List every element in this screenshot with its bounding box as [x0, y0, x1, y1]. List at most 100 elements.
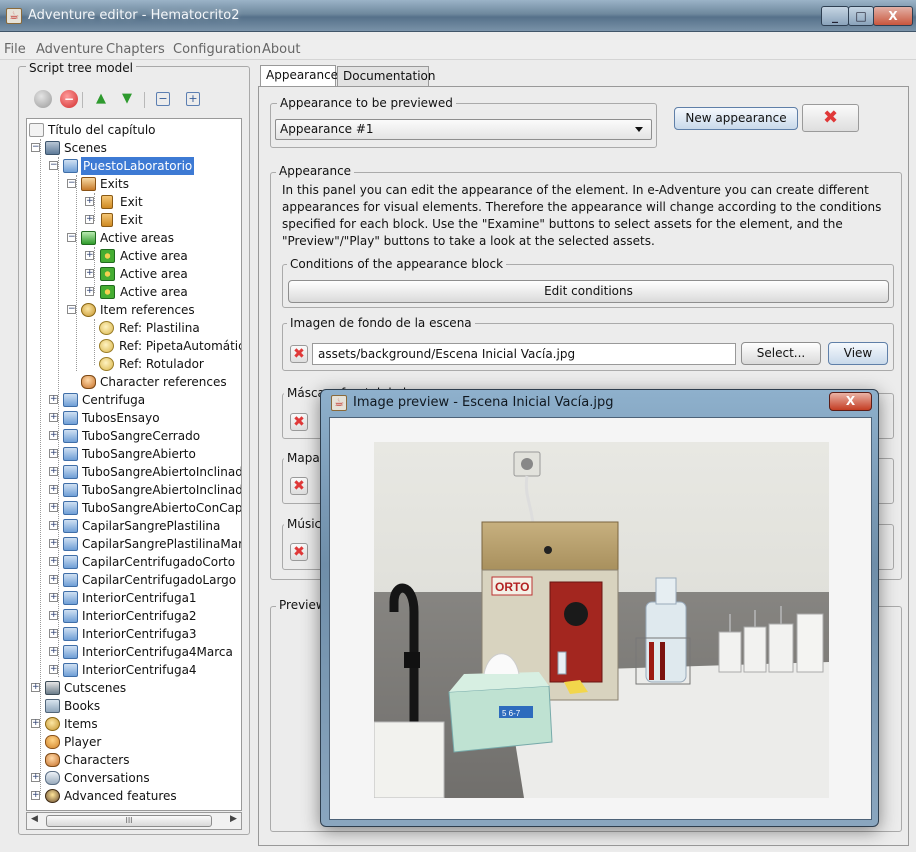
expand-toggle-icon[interactable]: +: [49, 611, 58, 620]
scroll-thumb[interactable]: III: [46, 815, 212, 827]
expand-toggle-icon[interactable]: +: [49, 521, 58, 530]
delete-background-button[interactable]: ✖: [290, 345, 308, 363]
expand-toggle-icon[interactable]: +: [49, 431, 58, 440]
close-window-button[interactable]: X: [873, 6, 913, 26]
conversations-icon: [45, 771, 60, 785]
appearance-preview-legend: Appearance to be previewed: [277, 96, 456, 110]
scene-icon: [63, 411, 78, 425]
active-area-icon: [100, 267, 115, 281]
expand-toggle-icon[interactable]: +: [49, 503, 58, 512]
move-down-icon[interactable]: ▼: [118, 90, 136, 108]
scene-icon: [63, 519, 78, 533]
delete-music-button[interactable]: ✖: [290, 543, 308, 561]
tree-toolbar: − ▲ ▼ − +: [26, 88, 242, 114]
expand-toggle-icon[interactable]: +: [85, 269, 94, 278]
expand-toggle-icon[interactable]: +: [85, 197, 94, 206]
scene-icon: [63, 483, 78, 497]
scene-icon: [63, 429, 78, 443]
toolbar-separator: [144, 92, 145, 108]
scene-icon: [63, 645, 78, 659]
delete-mask-button[interactable]: ✖: [290, 413, 308, 431]
red-x-icon: ✖: [293, 478, 305, 494]
expand-toggle-icon[interactable]: +: [49, 413, 58, 422]
dialog-title: Image preview - Escena Inicial Vacía.jpg: [353, 395, 614, 410]
collapse-toggle-icon[interactable]: −: [67, 305, 76, 314]
window-titlebar: ☕ Adventure editor - Hematocrito2 _ □ X: [0, 0, 916, 32]
move-up-icon[interactable]: ▲: [92, 90, 110, 108]
scroll-right-icon[interactable]: ▶: [230, 814, 237, 824]
scene-icon: [63, 555, 78, 569]
scene-background-image: ORTO 5 6-7: [374, 442, 829, 798]
expand-toggle-icon[interactable]: +: [49, 485, 58, 494]
expand-toggle-icon[interactable]: +: [31, 791, 40, 800]
cutscenes-icon: [45, 681, 60, 695]
new-appearance-button[interactable]: New appearance: [674, 107, 798, 130]
scroll-left-icon[interactable]: ◀: [31, 814, 38, 824]
exits-icon: [81, 177, 96, 191]
expand-toggle-icon[interactable]: +: [49, 395, 58, 404]
expand-toggle-icon[interactable]: +: [85, 287, 94, 296]
svg-text:ORTO: ORTO: [495, 580, 529, 594]
expand-toggle-icon[interactable]: +: [85, 251, 94, 260]
tree-horizontal-scrollbar[interactable]: ◀ III ▶: [26, 812, 242, 830]
add-node-icon[interactable]: [34, 90, 52, 108]
expand-toggle-icon[interactable]: +: [49, 647, 58, 656]
expand-toggle-icon[interactable]: +: [49, 557, 58, 566]
active-area-icon: [100, 285, 115, 299]
svg-text:5 6-7: 5 6-7: [502, 709, 521, 718]
expand-toggle-icon[interactable]: +: [49, 449, 58, 458]
minimize-button[interactable]: _: [821, 6, 849, 26]
edit-conditions-button[interactable]: Edit conditions: [288, 280, 889, 303]
menu-about[interactable]: About: [262, 42, 300, 57]
appearance-legend: Appearance: [276, 164, 355, 178]
scene-icon: [63, 447, 78, 461]
scene-icon: [63, 159, 78, 173]
lab-bench-photo: ORTO 5 6-7: [374, 442, 829, 798]
expand-toggle-icon[interactable]: +: [49, 665, 58, 674]
expand-toggle-icon[interactable]: +: [49, 539, 58, 548]
tab-documentation[interactable]: Documentation: [337, 66, 436, 87]
tab-appearance[interactable]: Appearance: [260, 65, 338, 87]
chapter-icon: [29, 123, 44, 137]
collapse-toggle-icon[interactable]: −: [31, 143, 40, 152]
expand-all-icon[interactable]: +: [186, 92, 200, 106]
expand-toggle-icon[interactable]: +: [49, 575, 58, 584]
scene-icon: [63, 627, 78, 641]
collapse-toggle-icon[interactable]: −: [67, 233, 76, 242]
collapse-all-icon[interactable]: −: [156, 92, 170, 106]
expand-toggle-icon[interactable]: +: [31, 719, 40, 728]
delete-appearance-button[interactable]: ✖: [802, 104, 859, 132]
menu-file[interactable]: File: [4, 42, 26, 57]
expand-toggle-icon[interactable]: +: [31, 683, 40, 692]
collapse-toggle-icon[interactable]: −: [67, 179, 76, 188]
expand-toggle-icon[interactable]: +: [49, 629, 58, 638]
dialog-close-button[interactable]: X: [829, 392, 872, 411]
view-background-button[interactable]: View: [828, 342, 888, 365]
collapse-toggle-icon[interactable]: −: [49, 161, 58, 170]
menu-configuration[interactable]: Configuration: [173, 42, 261, 57]
item-reference-icon: [99, 321, 114, 335]
menu-chapters[interactable]: Chapters: [106, 42, 165, 57]
background-path-field[interactable]: assets/background/Escena Inicial Vacía.j…: [312, 343, 736, 365]
delete-node-icon[interactable]: −: [60, 90, 78, 108]
maximize-button[interactable]: □: [848, 6, 874, 26]
scenes-icon: [45, 141, 60, 155]
music-legend: Músic: [284, 517, 325, 531]
menu-adventure[interactable]: Adventure: [36, 42, 103, 57]
character-references-icon: [81, 375, 96, 389]
expand-toggle-icon[interactable]: +: [85, 215, 94, 224]
expand-toggle-icon[interactable]: +: [31, 773, 40, 782]
image-preview-dialog: ☕ Image preview - Escena Inicial Vacía.j…: [320, 389, 879, 827]
background-image-legend: Imagen de fondo de la escena: [287, 316, 475, 330]
characters-icon: [45, 753, 60, 767]
scene-icon: [63, 663, 78, 677]
scene-icon: [63, 573, 78, 587]
expand-toggle-icon[interactable]: +: [49, 467, 58, 476]
menubar: File Adventure Chapters Configuration Ab…: [0, 40, 916, 60]
expand-toggle-icon[interactable]: +: [49, 593, 58, 602]
active-area-icon: [100, 249, 115, 263]
delete-map-button[interactable]: ✖: [290, 477, 308, 495]
select-background-button[interactable]: Select...: [741, 342, 821, 365]
java-app-icon: ☕: [331, 395, 347, 411]
appearance-select[interactable]: Appearance #1: [275, 119, 652, 140]
